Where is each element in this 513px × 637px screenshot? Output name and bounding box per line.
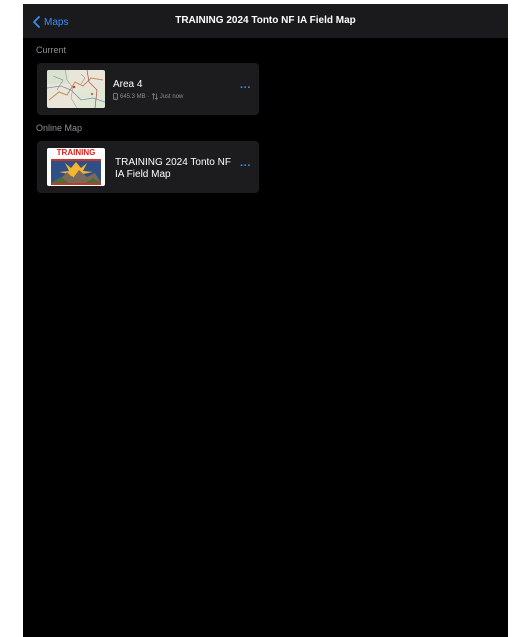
section-header-online-map: Online Map (36, 123, 83, 133)
current-map-sync-status: Just now (159, 93, 184, 100)
section-header-current: Current (36, 45, 67, 55)
navigation-bar: Maps TRAINING 2024 Tonto NF IA Field Map (23, 4, 508, 38)
sync-arrows-icon (151, 93, 158, 100)
detail-separator: · (147, 93, 150, 100)
current-map-size: 645.3 MB (120, 93, 146, 100)
training-badge-image: TRAINING (47, 148, 105, 186)
online-map-title: TRAINING 2024 Tonto NF IA Field Map (115, 157, 231, 180)
device-storage-icon (113, 93, 118, 100)
page-title: TRAINING 2024 Tonto NF IA Field Map (175, 15, 356, 26)
ellipsis-icon: ··· (240, 160, 251, 172)
app-screen: Maps TRAINING 2024 Tonto NF IA Field Map… (23, 4, 508, 637)
online-map-more-button[interactable]: ··· (240, 160, 251, 172)
online-map-card[interactable]: TRAINING TRAINING 2024 Tonto NF IA Field… (37, 141, 259, 193)
online-map-thumbnail: TRAINING (47, 148, 105, 186)
map-thumbnail (47, 70, 105, 108)
device-frame: Maps TRAINING 2024 Tonto NF IA Field Map… (0, 0, 513, 637)
ellipsis-icon: ··· (240, 82, 251, 94)
current-map-details: 645.3 MB · Just now (113, 93, 183, 100)
current-map-title: Area 4 (113, 79, 143, 90)
current-map-more-button[interactable]: ··· (240, 82, 251, 94)
current-map-card[interactable]: Area 4 645.3 MB · Just now ··· (37, 63, 259, 115)
